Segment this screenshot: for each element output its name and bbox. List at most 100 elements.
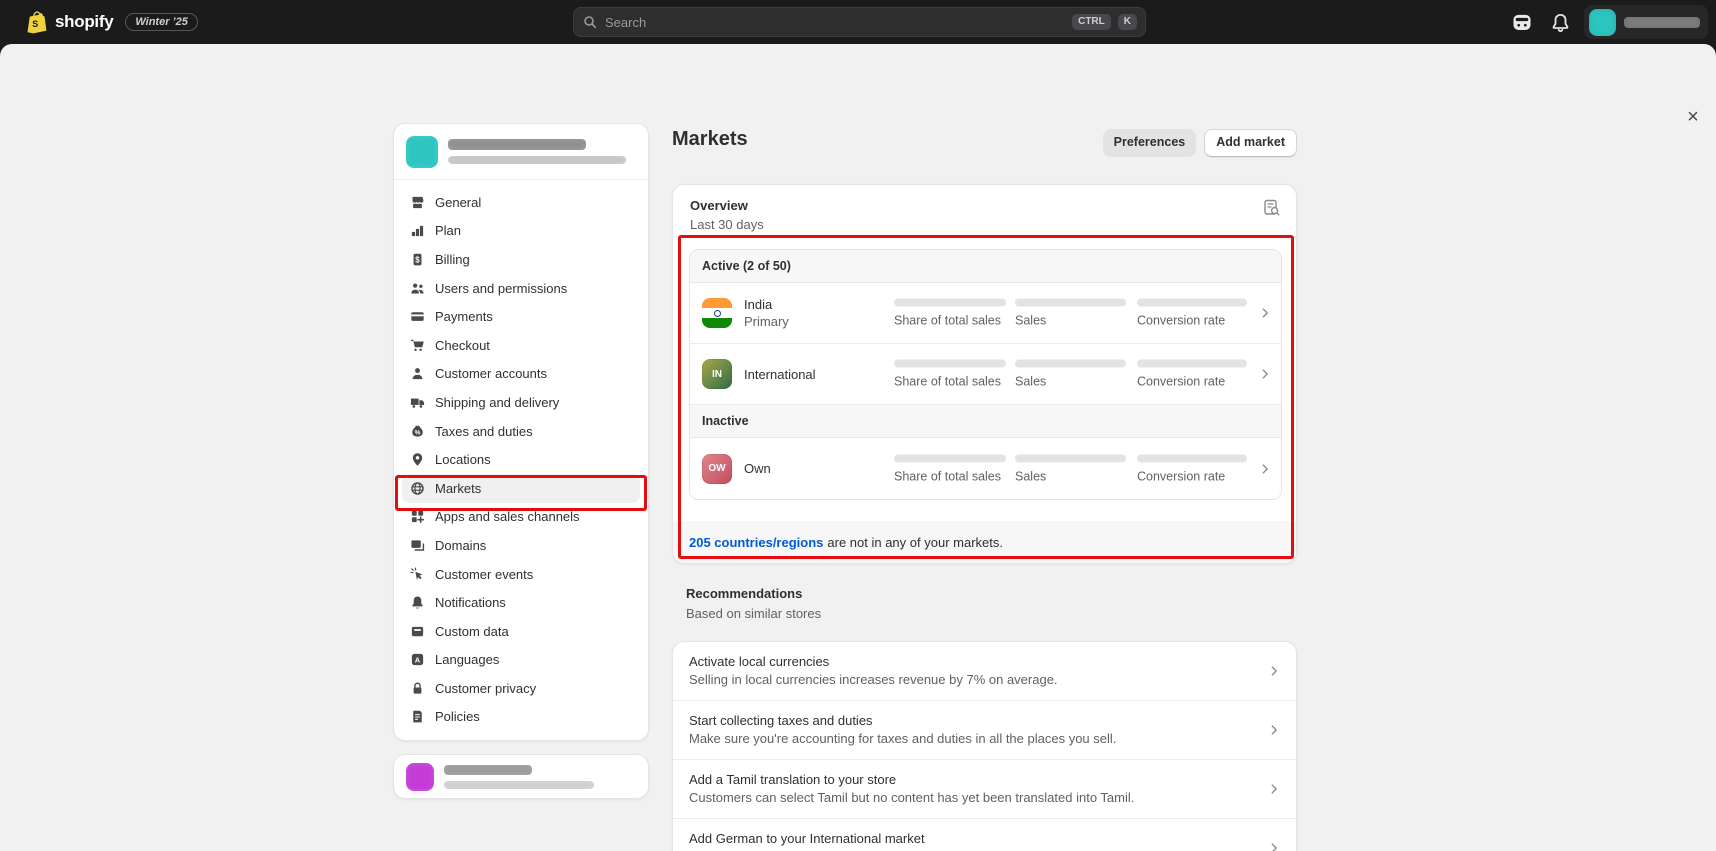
sidebar-item-customer-accounts[interactable]: Customer accounts — [402, 360, 640, 389]
preferences-button[interactable]: Preferences — [1103, 129, 1197, 157]
sidebar-item-notifications[interactable]: Notifications — [402, 588, 640, 617]
sidebar-item-label: Billing — [435, 252, 470, 267]
shopify-admin-markets-settings: S shopify Winter ’25 CTRL K × — [0, 0, 1716, 851]
recommendations-title: Recommendations — [686, 586, 802, 601]
svg-text:%: % — [415, 429, 421, 436]
sidebar-item-label: General — [435, 195, 481, 210]
sidebar-item-apps-and-sales-channels[interactable]: Apps and sales channels — [402, 503, 640, 532]
sidebar-item-label: Customer privacy — [435, 681, 536, 696]
edition-badge[interactable]: Winter ’25 — [125, 13, 197, 31]
close-icon[interactable]: × — [1678, 102, 1708, 132]
settings-sidebar: General Plan $ Billing Users and permissi… — [393, 123, 649, 741]
metric-conversion-rate: Conversion rate — [1137, 360, 1247, 389]
countries-regions-link[interactable]: 205 countries/regions — [689, 535, 823, 550]
users-icon — [410, 281, 425, 296]
policies-document-icon — [410, 709, 425, 724]
sidebar-item-domains[interactable]: Domains — [402, 531, 640, 560]
customer-accounts-icon — [410, 366, 425, 381]
sidebar-item-users-and-permissions[interactable]: Users and permissions — [402, 274, 640, 303]
sidebar-item-markets[interactable]: Markets — [402, 474, 640, 503]
market-row-india[interactable]: IndiaPrimary Share of total sales Sales … — [690, 283, 1281, 344]
recommendation-start-collecting-taxes[interactable]: Start collecting taxes and duties Make s… — [673, 700, 1296, 759]
sidebar-item-label: Customer accounts — [435, 366, 547, 381]
metric-placeholder-bar — [1137, 454, 1247, 462]
recommendation-add-tamil-translation[interactable]: Add a Tamil translation to your store Cu… — [673, 759, 1296, 818]
view-report-icon[interactable] — [1262, 198, 1282, 218]
overview-title: Overview — [690, 198, 748, 213]
sidebar-item-label: Markets — [435, 481, 481, 496]
sidebar-item-general[interactable]: General — [402, 188, 640, 217]
header-actions: Preferences Add market — [1103, 129, 1297, 157]
customer-events-cursor-icon — [410, 567, 425, 582]
sidebar-item-locations[interactable]: Locations — [402, 445, 640, 474]
chevron-right-icon — [1267, 664, 1281, 678]
svg-text:$: $ — [415, 255, 420, 264]
search-input[interactable] — [605, 15, 1065, 30]
ctrl-keycap: CTRL — [1072, 14, 1111, 30]
metric-placeholder-bar — [1015, 454, 1126, 462]
user-name-redacted — [444, 765, 594, 789]
international-market-icon: IN — [702, 359, 732, 389]
metric-placeholder-bar — [1137, 299, 1247, 307]
chevron-right-icon — [1267, 841, 1281, 851]
k-keycap: K — [1118, 14, 1137, 30]
store-name-redacted — [448, 139, 626, 164]
recommendation-description: Customers can select Tamil but no conten… — [689, 789, 1256, 807]
sidebar-item-label: Custom data — [435, 624, 509, 639]
recommendation-add-german[interactable]: Add German to your International market … — [673, 818, 1296, 851]
checkout-cart-icon — [410, 338, 425, 353]
languages-icon: A — [410, 652, 425, 667]
lock-icon — [410, 681, 425, 696]
search-icon — [582, 14, 598, 30]
recommendation-description: Selling in local currencies increases re… — [689, 671, 1256, 689]
sidebar-item-customer-events[interactable]: Customer events — [402, 560, 640, 589]
sidebar-item-customer-privacy[interactable]: Customer privacy — [402, 674, 640, 703]
market-subtitle: Primary — [744, 314, 789, 329]
chevron-right-icon — [1258, 462, 1272, 476]
add-market-button[interactable]: Add market — [1204, 129, 1297, 157]
sidebar-item-payments[interactable]: Payments — [402, 302, 640, 331]
sidebar-item-languages[interactable]: A Languages — [402, 646, 640, 675]
store-switcher[interactable] — [1584, 5, 1708, 39]
shopify-wordmark: shopify — [55, 12, 113, 32]
sidebar-item-label: Apps and sales channels — [435, 509, 580, 524]
sidebar-item-label: Policies — [435, 709, 480, 724]
notifications-bell-icon[interactable] — [1548, 10, 1572, 34]
sidebar-store-header[interactable] — [394, 124, 648, 180]
metric-placeholder-bar — [1015, 299, 1126, 307]
sidebar-item-label: Checkout — [435, 338, 490, 353]
market-row-own[interactable]: OW Own Share of total sales Sales Conver… — [690, 438, 1281, 499]
page-header: Markets Preferences Add market — [672, 128, 1297, 158]
recommendation-title: Activate local currencies — [689, 653, 1256, 671]
sidebar-item-shipping-and-delivery[interactable]: Shipping and delivery — [402, 388, 640, 417]
settings-modal: × General Plan $ Billing Users and permis… — [0, 44, 1716, 851]
sidebar-item-label: Languages — [435, 652, 499, 667]
shopify-logo[interactable]: S shopify Winter ’25 — [26, 0, 198, 44]
sidekick-icon[interactable] — [1510, 10, 1534, 34]
chevron-right-icon — [1258, 306, 1272, 320]
sidebar-item-custom-data[interactable]: Custom data — [402, 617, 640, 646]
store-icon — [410, 195, 425, 210]
recommendation-title: Add German to your International market — [689, 830, 1256, 848]
plan-icon — [410, 223, 425, 238]
sidebar-item-plan[interactable]: Plan — [402, 217, 640, 246]
sidebar-item-label: Domains — [435, 538, 486, 553]
metric-share-of-total-sales: Share of total sales — [894, 360, 1006, 389]
chevron-right-icon — [1267, 723, 1281, 737]
sidebar-item-policies[interactable]: Policies — [402, 703, 640, 732]
global-search[interactable]: CTRL K — [573, 7, 1146, 37]
logged-in-user-card[interactable] — [393, 754, 649, 799]
sidebar-item-label: Notifications — [435, 595, 506, 610]
market-row-international[interactable]: IN International Share of total sales Sa… — [690, 344, 1281, 405]
sidebar-item-billing[interactable]: $ Billing — [402, 245, 640, 274]
own-market-icon: OW — [702, 454, 732, 484]
page-title: Markets — [672, 128, 748, 151]
svg-text:A: A — [415, 656, 421, 665]
sidebar-item-checkout[interactable]: Checkout — [402, 331, 640, 360]
settings-nav: General Plan $ Billing Users and permissi… — [394, 180, 648, 739]
apps-grid-icon — [410, 509, 425, 524]
sidebar-item-label: Taxes and duties — [435, 424, 533, 439]
metric-share-of-total-sales: Share of total sales — [894, 454, 1006, 483]
recommendation-activate-local-currencies[interactable]: Activate local currencies Selling in loc… — [673, 642, 1296, 700]
sidebar-item-taxes-and-duties[interactable]: % Taxes and duties — [402, 417, 640, 446]
